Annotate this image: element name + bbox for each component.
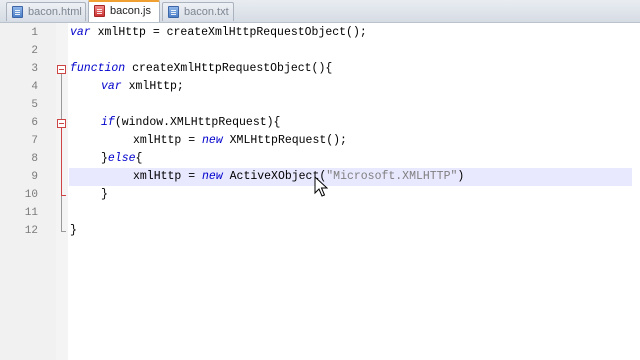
tab-bacon-txt[interactable]: bacon.txt xyxy=(162,2,234,21)
line-number: 9 xyxy=(31,171,38,183)
code-line-6[interactable]: 6 if(window.XMLHttpRequest){ xyxy=(0,114,640,132)
tab-label: bacon.html xyxy=(28,6,82,18)
code-line-4[interactable]: 4 var xmlHttp; xyxy=(0,78,640,96)
line-number: 2 xyxy=(31,45,38,57)
fold-toggle-icon[interactable] xyxy=(57,119,66,128)
code-line-1[interactable]: 1 var xmlHttp = createXmlHttpRequestObje… xyxy=(0,24,640,42)
code-line-7[interactable]: 7 xmlHttp = new XMLHttpRequest(); xyxy=(0,132,640,150)
line-number: 12 xyxy=(24,225,38,237)
html-file-icon xyxy=(12,6,23,18)
code-text: xmlHttp = new XMLHttpRequest(); xyxy=(133,134,347,147)
fold-toggle-icon[interactable] xyxy=(57,65,66,74)
line-number: 6 xyxy=(31,117,38,129)
fold-guide-end xyxy=(61,195,66,196)
code-text: } xyxy=(70,224,77,237)
tab-bacon-html[interactable]: bacon.html xyxy=(6,2,86,21)
code-line-2[interactable]: 2 xyxy=(0,42,640,60)
code-line-8[interactable]: 8 }else{ xyxy=(0,150,640,168)
code-text: } xyxy=(101,188,108,201)
tab-label: bacon.txt xyxy=(184,6,229,18)
code-text: function createXmlHttpRequestObject(){ xyxy=(70,62,333,75)
fold-guide xyxy=(61,128,62,195)
code-line-5[interactable]: 5 xyxy=(0,96,640,114)
line-number: 7 xyxy=(31,135,38,147)
code-text: var xmlHttp = createXmlHttpRequestObject… xyxy=(70,26,367,39)
line-number: 10 xyxy=(24,189,38,201)
code-line-11[interactable]: 11 xyxy=(0,204,640,222)
code-text: var xmlHttp; xyxy=(101,80,184,93)
text-file-icon xyxy=(168,6,179,18)
code-line-3[interactable]: 3 function createXmlHttpRequestObject(){ xyxy=(0,60,640,78)
tab-bar: bacon.html bacon.js bacon.txt xyxy=(0,0,640,23)
line-number: 4 xyxy=(31,81,38,93)
js-file-icon xyxy=(94,5,105,17)
line-number: 3 xyxy=(31,63,38,75)
line-number: 11 xyxy=(24,207,38,219)
fold-guide-end xyxy=(61,231,66,232)
tab-bacon-js[interactable]: bacon.js xyxy=(88,0,160,22)
code-text: }else{ xyxy=(101,152,143,165)
line-number: 5 xyxy=(31,99,38,111)
line-number: 1 xyxy=(31,27,38,39)
tab-label: bacon.js xyxy=(110,5,151,17)
line-number: 8 xyxy=(31,153,38,165)
code-line-12[interactable]: 12 } xyxy=(0,222,640,240)
code-text: xmlHttp = new ActiveXObject("Microsoft.X… xyxy=(133,170,465,183)
mouse-pointer-icon xyxy=(314,176,328,197)
code-text: if(window.XMLHttpRequest){ xyxy=(101,116,281,129)
